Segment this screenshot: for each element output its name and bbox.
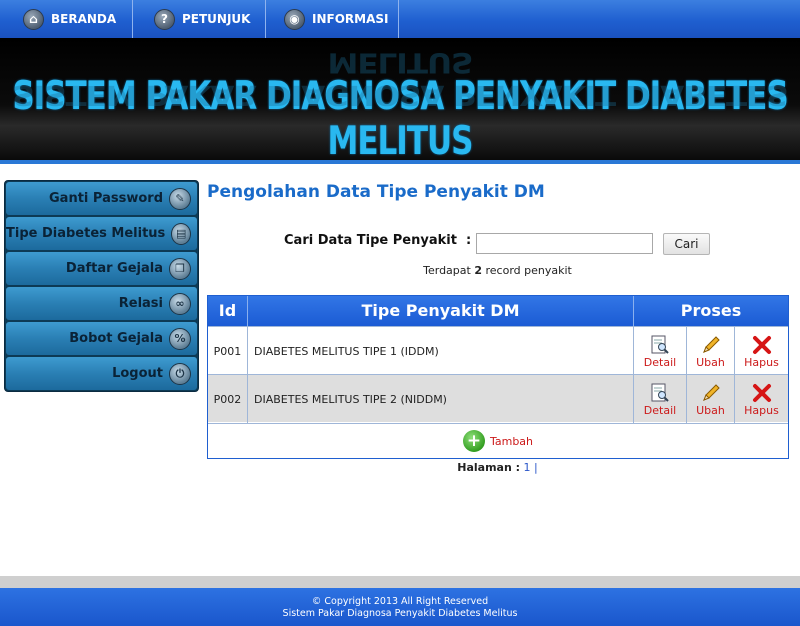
table-header: Id Tipe Penyakit DM Proses — [208, 296, 788, 326]
sidebar-item-label: Tipe Diabetes Melitus — [6, 226, 166, 241]
pencil-icon — [701, 382, 721, 404]
detail-label: Detail — [643, 355, 677, 369]
database-icon: ▤ — [171, 222, 191, 245]
sidebar-item-tipe-diabetes[interactable]: Tipe Diabetes Melitus ▤ — [6, 217, 197, 250]
sidebar-item-logout[interactable]: Logout ⏻ — [6, 357, 197, 390]
edit-button[interactable]: Ubah — [687, 375, 735, 423]
sidebar-item-label: Bobot Gejala — [69, 331, 163, 346]
sidebar: Ganti Password ✎ Tipe Diabetes Melitus ▤… — [4, 180, 199, 392]
record-count-info: Terdapat 2 record penyakit — [207, 264, 788, 277]
add-button[interactable]: + Tambah — [208, 423, 788, 458]
record-info-prefix: Terdapat — [423, 264, 471, 277]
footer-copyright: © Copyright 2013 All Right Reserved — [311, 596, 489, 607]
search-label-separator: : — [465, 233, 472, 248]
header-banner: SISTEM PAKAR DIAGNOSA PENYAKIT DIABETES … — [0, 38, 800, 160]
top-nav: ⌂ BERANDA ? PETUNJUK ◉ INFORMASI — [0, 0, 800, 38]
data-table: Id Tipe Penyakit DM Proses P001 DIABETES… — [207, 295, 789, 459]
record-count: 2 — [474, 264, 482, 277]
delete-label: Hapus — [744, 403, 779, 417]
sidebar-item-bobot-gejala[interactable]: Bobot Gejala % — [6, 322, 197, 355]
cell-tipe: DIABETES MELITUS TIPE 1 (IDDM) — [248, 327, 634, 375]
detail-button[interactable]: Detail — [634, 327, 687, 375]
pagination-label: Halaman : — [457, 461, 521, 474]
detail-icon — [651, 334, 669, 356]
sidebar-item-label: Relasi — [118, 296, 163, 311]
cell-tipe: DIABETES MELITUS TIPE 2 (NIDDM) — [248, 375, 634, 423]
table-row: P002 DIABETES MELITUS TIPE 2 (NIDDM) Det… — [208, 374, 788, 423]
column-header-id: Id — [208, 296, 248, 326]
percent-icon: % — [169, 327, 191, 350]
link-icon: ∞ — [169, 292, 191, 315]
delete-button[interactable]: Hapus — [735, 375, 788, 423]
cell-id: P002 — [208, 375, 248, 423]
banner-divider — [0, 160, 800, 164]
search-label: Cari Data Tipe Penyakit : — [284, 233, 471, 248]
page-title: Pengolahan Data Tipe Penyakit DM — [207, 182, 545, 202]
detail-label: Detail — [643, 403, 677, 417]
nav-petunjuk-label: PETUNJUK — [182, 12, 251, 26]
detail-icon — [651, 382, 669, 404]
detail-button[interactable]: Detail — [634, 375, 687, 423]
search-button[interactable]: Cari — [663, 233, 710, 255]
help-icon: ? — [154, 8, 175, 30]
cell-id: P001 — [208, 327, 248, 375]
search-input[interactable] — [476, 233, 653, 254]
delete-x-icon — [752, 382, 772, 404]
power-icon: ⏻ — [169, 362, 191, 385]
column-header-proses: Proses — [680, 301, 742, 320]
home-icon: ⌂ — [23, 8, 44, 30]
page-link-1[interactable]: 1 — [524, 461, 531, 474]
nav-petunjuk[interactable]: ? PETUNJUK — [133, 0, 266, 38]
footer-system-name: Sistem Pakar Diagnosa Penyakit Diabetes … — [282, 608, 518, 619]
edit-label: Ubah — [696, 403, 725, 417]
sidebar-item-ganti-password[interactable]: Ganti Password ✎ — [6, 182, 197, 215]
sidebar-item-label: Ganti Password — [49, 191, 163, 206]
banner-title-reflection: SISTEM PAKAR DIAGNOSA PENYAKIT DIABETES … — [12, 46, 788, 111]
table-row: P001 DIABETES MELITUS TIPE 1 (IDDM) Deta… — [208, 326, 788, 375]
nav-beranda-label: BERANDA — [51, 12, 117, 26]
pagination: Halaman : 1 | — [207, 461, 788, 474]
footer: © Copyright 2013 All Right Reserved Sist… — [0, 588, 800, 626]
nav-informasi-label: INFORMASI — [312, 12, 389, 26]
sidebar-item-label: Logout — [112, 366, 163, 381]
sidebar-item-label: Daftar Gejala — [65, 261, 163, 276]
search-label-text: Cari Data Tipe Penyakit — [284, 233, 457, 248]
delete-button[interactable]: Hapus — [735, 327, 788, 375]
pencil-icon — [701, 334, 721, 356]
sidebar-item-daftar-gejala[interactable]: Daftar Gejala ❐ — [6, 252, 197, 285]
edit-button[interactable]: Ubah — [687, 327, 735, 375]
list-icon: ❐ — [169, 257, 191, 280]
edit-label: Ubah — [696, 355, 725, 369]
footer-divider — [0, 576, 800, 588]
column-header-tipe: Tipe Penyakit DM — [248, 296, 634, 326]
delete-x-icon — [752, 334, 772, 356]
info-icon: ◉ — [284, 8, 305, 30]
delete-label: Hapus — [744, 355, 779, 369]
pagination-separator: | — [534, 461, 538, 474]
add-label: Tambah — [489, 434, 534, 448]
sidebar-item-relasi[interactable]: Relasi ∞ — [6, 287, 197, 320]
nav-beranda[interactable]: ⌂ BERANDA — [0, 0, 133, 38]
add-plus-icon: + — [462, 430, 485, 452]
nav-informasi[interactable]: ◉ INFORMASI — [266, 0, 399, 38]
record-info-suffix: record penyakit — [485, 264, 572, 277]
key-icon: ✎ — [169, 187, 191, 210]
